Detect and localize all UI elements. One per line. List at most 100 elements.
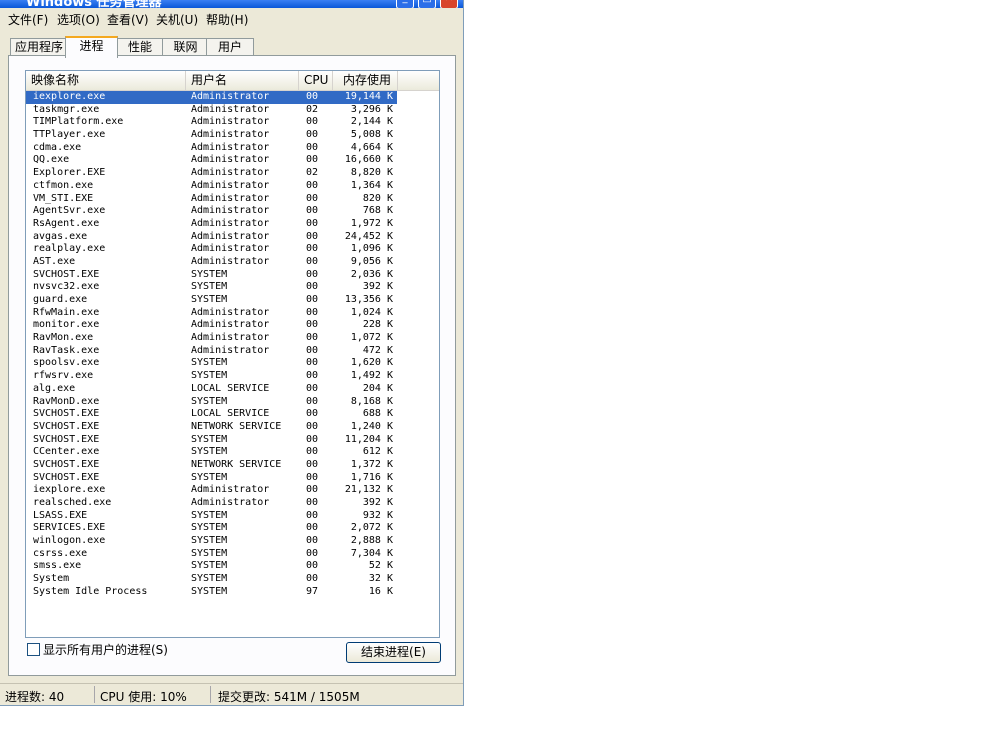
table-row[interactable]: csrss.exe SYSTEM 00 7,304 K [26,548,439,561]
process-name: RavMon.exe [33,332,94,344]
process-user: SYSTEM [191,268,228,280]
process-memory: 1,372 K [350,458,393,470]
table-row[interactable]: alg.exe LOCAL SERVICE 00 204 K [26,383,439,396]
process-name: RsAgent.exe [33,217,100,229]
process-name: SVCHOST.EXE [33,458,100,470]
process-memory: 2,144 K [350,116,393,128]
title-bar[interactable]: Windows 任务管理器 _ □ ✕ [0,0,463,8]
table-row[interactable]: System Idle Process SYSTEM 97 16 K [26,586,439,599]
table-row[interactable]: ctfmon.exe Administrator 00 1,364 K [26,180,439,193]
table-row[interactable]: RavMon.exe Administrator 00 1,072 K [26,332,439,345]
table-row[interactable]: spoolsv.exe SYSTEM 00 1,620 K [26,357,439,370]
table-row[interactable]: QQ.exe Administrator 00 16,660 K [26,154,439,167]
process-user: Administrator [191,141,270,153]
process-cpu: 00 [306,370,319,382]
process-user: SYSTEM [191,294,228,305]
maximize-button[interactable]: □ [418,0,436,8]
tab-processes[interactable]: 进程 [65,36,118,58]
process-cpu: 00 [306,382,319,394]
table-row[interactable]: nvsvc32.exe SYSTEM 00 392 K [26,281,439,294]
process-user: SYSTEM [191,585,228,597]
process-cpu: 00 [306,281,319,293]
process-user: Administrator [191,484,270,496]
process-memory: 2,036 K [350,268,393,280]
table-row[interactable]: taskmgr.exe Administrator 02 3,296 K [26,104,439,117]
column-user-name[interactable]: 用户名 [186,71,299,90]
process-user: SYSTEM [191,357,228,369]
table-row[interactable]: realplay.exe Administrator 00 1,096 K [26,243,439,256]
table-row[interactable]: RavMonD.exe SYSTEM 00 8,168 K [26,396,439,409]
table-row[interactable]: cdma.exe Administrator 00 4,664 K [26,142,439,155]
process-memory: 5,008 K [350,129,393,141]
show-all-users-checkbox[interactable] [27,643,40,656]
table-row[interactable]: Explorer.EXE Administrator 02 8,820 K [26,167,439,180]
menu-help[interactable]: 帮助(H) [206,11,248,28]
table-row[interactable]: RsAgent.exe Administrator 00 1,972 K [26,218,439,231]
process-cpu: 00 [306,294,319,305]
table-row[interactable]: System SYSTEM 00 32 K [26,573,439,586]
menu-shutdown[interactable]: 关机(U) [156,11,198,28]
process-memory: 52 K [368,560,393,572]
process-memory: 19,144 K [326,91,393,104]
table-row[interactable]: CCenter.exe SYSTEM 00 612 K [26,446,439,459]
table-row[interactable]: smss.exe SYSTEM 00 52 K [26,560,439,573]
table-row[interactable]: iexplore.exe Administrator 00 21,132 K [26,484,439,497]
table-row[interactable]: AgentSvr.exe Administrator 00 768 K [26,205,439,218]
table-row[interactable]: rfwsrv.exe SYSTEM 00 1,492 K [26,370,439,383]
table-row[interactable]: TTPlayer.exe Administrator 00 5,008 K [26,129,439,142]
tab-performance[interactable]: 性能 [115,38,165,55]
process-cpu: 00 [306,141,319,153]
end-process-button[interactable]: 结束进程(E) [346,642,441,663]
table-row[interactable]: VM_STI.EXE Administrator 00 820 K [26,193,439,206]
table-row[interactable]: avgas.exe Administrator 00 24,452 K [26,231,439,244]
table-row[interactable]: guard.exe SYSTEM 00 13,356 K [26,294,439,307]
minimize-button[interactable]: _ [396,0,414,8]
process-name: RavTask.exe [33,344,100,356]
process-memory: 13,356 K [344,294,393,305]
process-memory: 392 K [362,281,393,293]
tab-users[interactable]: 用户 [206,38,254,55]
column-image-name[interactable]: 映像名称 [26,71,186,90]
table-row[interactable]: TIMPlatform.exe Administrator 00 2,144 K [26,116,439,129]
table-row[interactable]: SERVICES.EXE SYSTEM 00 2,072 K [26,522,439,535]
menu-view[interactable]: 查看(V) [107,11,149,28]
table-row[interactable]: SVCHOST.EXE NETWORK SERVICE 00 1,240 K [26,421,439,434]
table-row[interactable]: SVCHOST.EXE LOCAL SERVICE 00 688 K [26,408,439,421]
process-user: Administrator [191,167,270,179]
table-row[interactable]: SVCHOST.EXE SYSTEM 00 11,204 K [26,434,439,447]
window-title: Windows 任务管理器 [26,0,162,8]
process-user: Administrator [191,116,270,128]
process-cpu: 00 [306,154,319,166]
column-memory[interactable]: 内存使用 [333,71,398,90]
table-row[interactable]: SVCHOST.EXE SYSTEM 00 2,036 K [26,269,439,282]
table-row[interactable]: SVCHOST.EXE NETWORK SERVICE 00 1,372 K [26,459,439,472]
process-memory: 472 K [362,344,393,356]
close-button[interactable]: ✕ [440,0,458,8]
process-memory: 16,660 K [344,154,393,166]
table-row[interactable]: SVCHOST.EXE SYSTEM 00 1,716 K [26,472,439,485]
process-user: SYSTEM [191,281,228,293]
process-cpu: 00 [306,446,319,458]
process-name: nvsvc32.exe [33,281,100,293]
table-row[interactable]: realsched.exe Administrator 00 392 K [26,497,439,510]
process-list[interactable]: 映像名称 用户名 CPU 内存使用 iexplore.exe Administra… [25,70,440,638]
menu-file[interactable]: 文件(F) [8,11,48,28]
process-cpu: 02 [306,103,319,115]
table-row[interactable]: iexplore.exe Administrator 00 19,144 K [26,91,397,104]
table-row[interactable]: winlogon.exe SYSTEM 00 2,888 K [26,535,439,548]
column-cpu[interactable]: CPU [299,71,333,90]
table-row[interactable]: RavTask.exe Administrator 00 472 K [26,345,439,358]
table-row[interactable]: AST.exe Administrator 00 9,056 K [26,256,439,269]
process-memory: 768 K [362,205,393,217]
menu-options[interactable]: 选项(O) [57,11,100,28]
tab-applications[interactable]: 应用程序 [10,38,68,55]
process-user: Administrator [191,344,270,356]
process-user: SYSTEM [191,370,228,382]
tab-networking[interactable]: 联网 [162,38,209,55]
process-name: SERVICES.EXE [33,522,106,534]
process-cpu: 00 [306,484,319,496]
process-user: Administrator [191,332,270,344]
table-row[interactable]: RfwMain.exe Administrator 00 1,024 K [26,307,439,320]
table-row[interactable]: monitor.exe Administrator 00 228 K [26,319,439,332]
table-row[interactable]: LSASS.EXE SYSTEM 00 932 K [26,510,439,523]
